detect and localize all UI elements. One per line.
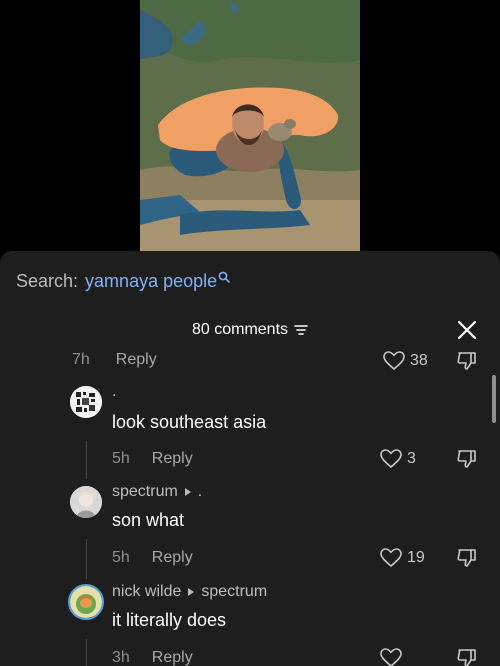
- comment-time: 3h: [112, 649, 130, 666]
- reply-arrow-icon: [188, 588, 195, 596]
- like-button[interactable]: [380, 648, 402, 666]
- like-count: 3: [407, 450, 416, 467]
- reply-button[interactable]: Reply: [152, 450, 193, 468]
- comment-meta: 3h Reply: [112, 649, 193, 666]
- comment-text: son what: [112, 510, 185, 530]
- map-image: [140, 0, 360, 252]
- scrollbar[interactable]: [492, 375, 496, 423]
- comment-time: 5h: [112, 450, 130, 467]
- filter-lines-icon[interactable]: [294, 324, 308, 336]
- comment-text: it literally does: [112, 610, 227, 630]
- fox-avatar-icon: [70, 586, 102, 618]
- reply-arrow-icon: [184, 488, 191, 496]
- comments-header: 80 comments: [0, 321, 500, 339]
- reply-to-username[interactable]: .: [198, 483, 202, 501]
- comments-sheet: Search: yamnaya people 80 comments 7h Re…: [0, 251, 500, 666]
- comment-meta: 5h Reply: [112, 549, 193, 567]
- avatar[interactable]: [70, 386, 102, 418]
- comment-user-line: nick wilde spectrum: [112, 583, 267, 601]
- dislike-icon[interactable]: [456, 351, 478, 371]
- comment-meta: 7h Reply: [72, 351, 157, 369]
- dislike-icon[interactable]: [456, 648, 478, 666]
- like-button[interactable]: 19: [380, 548, 425, 568]
- comment-username[interactable]: .: [112, 383, 116, 401]
- reply-to-username[interactable]: spectrum: [201, 583, 267, 601]
- like-count: 38: [410, 352, 428, 369]
- search-icon[interactable]: [218, 271, 230, 283]
- comment-text: look southeast asia: [112, 412, 267, 432]
- search-label: Search:: [16, 271, 79, 291]
- video-frame-map: [140, 0, 360, 252]
- comment-username[interactable]: nick wilde: [112, 583, 181, 601]
- comment-list[interactable]: 7h Reply 38 . look southeast asia 5h Rep…: [0, 349, 500, 666]
- comment-count-sort[interactable]: 80 comments: [192, 321, 308, 339]
- comment-count: 80 comments: [191, 321, 289, 338]
- like-button[interactable]: 38: [383, 351, 428, 371]
- avatar[interactable]: [68, 584, 104, 620]
- comment-time: 7h: [72, 351, 90, 368]
- comment-username[interactable]: spectrum: [112, 483, 178, 501]
- reply-button[interactable]: Reply: [152, 649, 193, 666]
- thread-line: [86, 639, 87, 666]
- reply-button[interactable]: Reply: [116, 351, 157, 369]
- search-query-link[interactable]: yamnaya people: [85, 271, 217, 292]
- heart-outline-icon: [380, 548, 402, 568]
- reply-button[interactable]: Reply: [152, 549, 193, 567]
- avatar[interactable]: [70, 486, 102, 518]
- heart-outline-icon: [380, 449, 402, 469]
- comment-time: 5h: [112, 549, 130, 566]
- comment-meta: 5h Reply: [112, 450, 193, 468]
- like-count: 19: [407, 549, 425, 566]
- thread-line: [86, 539, 87, 579]
- heart-outline-icon: [380, 648, 402, 666]
- heart-outline-icon: [383, 351, 405, 371]
- video-player[interactable]: [0, 0, 500, 260]
- close-icon[interactable]: [456, 319, 478, 341]
- search-suggestion[interactable]: Search: yamnaya people: [16, 271, 230, 292]
- qr-avatar-icon: [70, 386, 102, 418]
- dislike-icon[interactable]: [456, 548, 478, 568]
- like-button[interactable]: 3: [380, 449, 416, 469]
- thread-line: [86, 441, 87, 479]
- comment-user-line: spectrum .: [112, 483, 202, 501]
- dislike-icon[interactable]: [456, 449, 478, 469]
- profile-photo-icon: [70, 486, 102, 518]
